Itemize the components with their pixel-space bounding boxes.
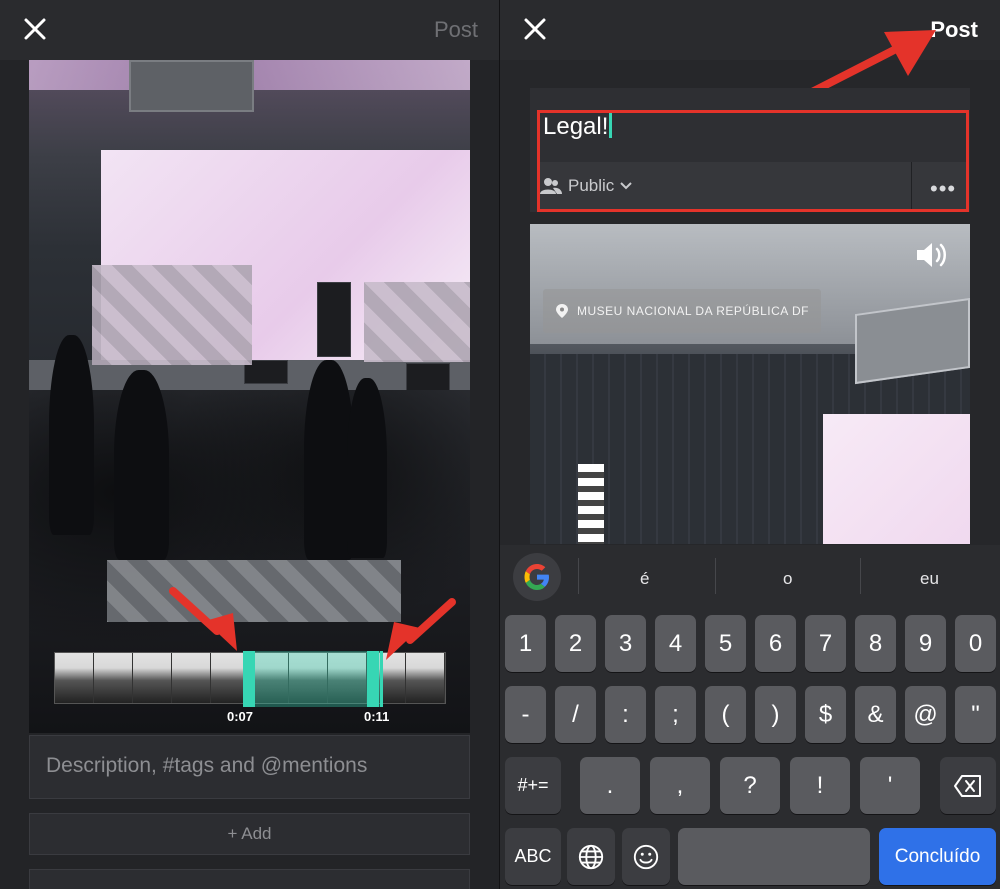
backspace-key[interactable] <box>940 757 996 814</box>
key-2[interactable]: 2 <box>555 615 596 672</box>
key-close-paren[interactable]: ) <box>755 686 796 743</box>
left-pane: Post 0:07 0:11 Description, #tags and @m… <box>0 0 500 889</box>
timeline-frame <box>94 653 133 703</box>
globe-icon <box>578 844 604 869</box>
key-dollar[interactable]: $ <box>805 686 846 743</box>
blurred-region <box>364 282 470 362</box>
key-slash[interactable]: / <box>555 686 596 743</box>
key-6[interactable]: 6 <box>755 615 796 672</box>
stage-lights <box>578 464 604 544</box>
close-icon <box>24 18 46 40</box>
globe-key[interactable] <box>567 828 615 885</box>
trim-start-handle[interactable] <box>243 651 255 707</box>
key-5[interactable]: 5 <box>705 615 746 672</box>
video-preview-right[interactable] <box>530 224 970 544</box>
left-top-bar: Post <box>0 0 500 60</box>
emoji-icon <box>633 844 659 869</box>
screenshot-root: Post 0:07 0:11 Description, #tags and @m… <box>0 0 1000 889</box>
stage-amp <box>317 282 351 357</box>
trim-selection <box>243 651 383 707</box>
key-comma[interactable]: , <box>650 757 710 814</box>
hanging-speaker <box>129 60 254 112</box>
key-open-paren[interactable]: ( <box>705 686 746 743</box>
location-label: MUSEU NACIONAL DA REPÚBLICA DF <box>577 304 809 318</box>
suggestion-1[interactable]: é <box>640 569 649 589</box>
key-9[interactable]: 9 <box>905 615 946 672</box>
key-apostrophe[interactable]: ' <box>860 757 920 814</box>
space-key[interactable] <box>678 828 870 885</box>
key-ampersand[interactable]: & <box>855 686 896 743</box>
suggestion-divider <box>578 558 579 594</box>
blurred-region <box>107 560 401 622</box>
key-1[interactable]: 1 <box>505 615 546 672</box>
key-8[interactable]: 8 <box>855 615 896 672</box>
key-dash[interactable]: - <box>505 686 546 743</box>
key-exclamation[interactable]: ! <box>790 757 850 814</box>
suggestion-3[interactable]: eu <box>920 569 939 589</box>
google-icon[interactable] <box>513 553 561 601</box>
key-colon[interactable]: : <box>605 686 646 743</box>
silhouette <box>49 335 94 535</box>
stage-amp <box>406 363 450 391</box>
trim-start-time: 0:07 <box>227 709 254 724</box>
silhouette <box>347 378 387 558</box>
key-3[interactable]: 3 <box>605 615 646 672</box>
suggestion-divider <box>715 558 716 594</box>
silhouette <box>114 370 169 560</box>
close-icon <box>524 18 546 40</box>
key-more-symbols[interactable]: #+= <box>505 757 561 814</box>
description-input[interactable]: Description, #tags and @mentions <box>29 735 470 799</box>
key-at[interactable]: @ <box>905 686 946 743</box>
done-key[interactable]: Concluído <box>879 828 996 885</box>
backspace-icon <box>954 774 981 797</box>
next-section <box>29 869 470 889</box>
trim-end-handle[interactable] <box>367 651 379 707</box>
key-period[interactable]: . <box>580 757 640 814</box>
trim-end-time: 0:11 <box>364 709 390 724</box>
key-quote[interactable]: " <box>955 686 996 743</box>
description-placeholder: Description, #tags and @mentions <box>46 754 368 777</box>
timeline-frame <box>133 653 172 703</box>
emoji-key[interactable] <box>622 828 670 885</box>
key-question[interactable]: ? <box>720 757 780 814</box>
key-7[interactable]: 7 <box>805 615 846 672</box>
left-close-button[interactable] <box>20 14 50 44</box>
red-arrow-icon <box>169 587 237 651</box>
blurred-region <box>92 265 252 365</box>
location-sticker[interactable]: MUSEU NACIONAL DA REPÚBLICA DF <box>543 289 821 333</box>
speaker-volume-icon[interactable] <box>915 240 949 270</box>
suggestion-divider <box>860 558 861 594</box>
abc-key[interactable]: ABC <box>505 828 561 885</box>
suggestion-2[interactable]: o <box>783 569 792 589</box>
right-close-button[interactable] <box>520 14 550 44</box>
google-g-icon <box>524 564 549 590</box>
key-semicolon[interactable]: ; <box>655 686 696 743</box>
add-button[interactable]: + Add <box>29 813 470 855</box>
location-pin-icon <box>556 304 568 318</box>
red-highlight-box <box>537 110 969 212</box>
timeline-frame <box>172 653 211 703</box>
stage-screen <box>823 414 970 544</box>
timeline-frame <box>55 653 94 703</box>
left-post-button[interactable]: Post <box>434 17 478 43</box>
key-0[interactable]: 0 <box>955 615 996 672</box>
red-arrow-icon <box>386 598 456 660</box>
key-4[interactable]: 4 <box>655 615 696 672</box>
